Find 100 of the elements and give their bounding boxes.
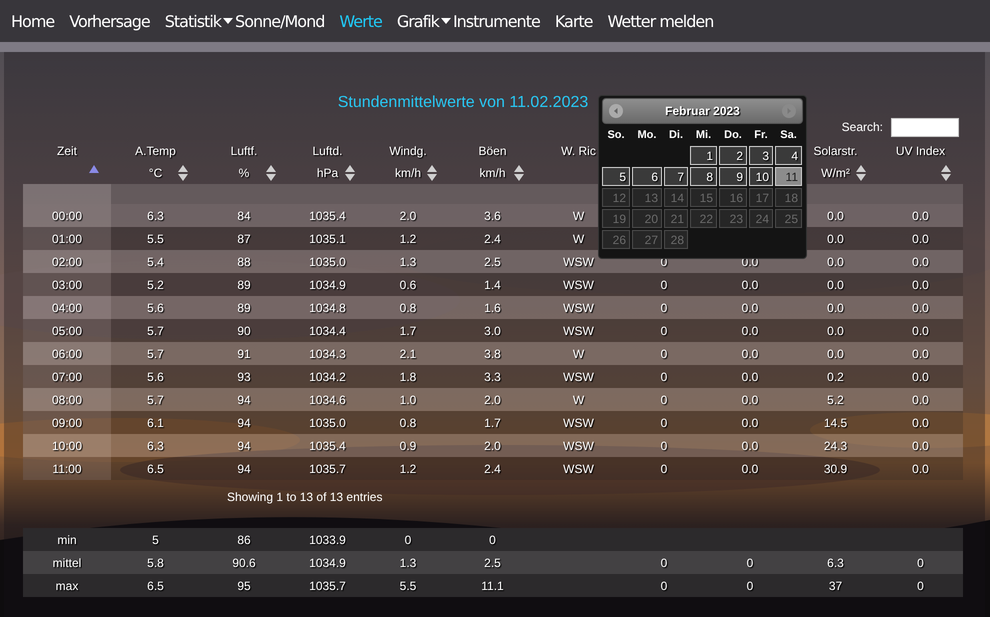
table-cell: 08:00 bbox=[52, 392, 82, 406]
table-cell: 1035.1 bbox=[309, 232, 346, 246]
table-cell: 0.0 bbox=[827, 324, 844, 338]
column-header[interactable]: A.Temp bbox=[135, 144, 176, 158]
table-cell: W bbox=[572, 392, 584, 406]
table-cell: 94 bbox=[237, 392, 251, 406]
column-header[interactable]: W. Ric bbox=[561, 144, 596, 158]
previous-icon[interactable] bbox=[609, 104, 623, 118]
weekday-label: Mi. bbox=[694, 128, 712, 143]
nav-link[interactable]: Home bbox=[11, 12, 54, 30]
calendar-day[interactable]: 1 bbox=[690, 146, 717, 165]
calendar-day[interactable]: 6 bbox=[632, 167, 662, 186]
table-cell: 03:00 bbox=[52, 278, 82, 292]
calendar-day[interactable]: 8 bbox=[690, 167, 717, 186]
table-cell: WSW bbox=[563, 462, 594, 476]
table-cell: 10:00 bbox=[52, 438, 82, 452]
nav-link[interactable]: Vorhersage bbox=[69, 12, 150, 30]
summary-cell: 5.5 bbox=[400, 578, 416, 592]
weekday-label: So. bbox=[606, 128, 626, 143]
table-cell: W bbox=[572, 208, 584, 222]
sort-icon[interactable] bbox=[427, 165, 437, 181]
table-cell: 0 bbox=[660, 438, 668, 452]
table-cell: 0.9 bbox=[400, 438, 416, 452]
table-cell: 11:00 bbox=[52, 462, 82, 476]
calendar-day[interactable]: 4 bbox=[775, 146, 802, 165]
column-header[interactable]: UV Index bbox=[896, 144, 946, 158]
table-cell: 0.0 bbox=[912, 300, 929, 314]
calendar-day: 22 bbox=[690, 209, 717, 228]
column-header[interactable]: Luftd. bbox=[312, 144, 343, 158]
calendar-day: 28 bbox=[664, 230, 688, 249]
search-field[interactable] bbox=[891, 118, 959, 136]
table-cell: 1.0 bbox=[400, 392, 416, 406]
calendar-day: 25 bbox=[775, 209, 802, 228]
calendar-day[interactable]: 2 bbox=[719, 146, 747, 165]
calendar-day[interactable]: 5 bbox=[602, 167, 630, 186]
summary-cell: 0 bbox=[917, 556, 924, 570]
nav-link[interactable]: Sonne/Mond bbox=[235, 12, 324, 30]
sort-icon[interactable] bbox=[266, 165, 276, 181]
table-cell: 04:00 bbox=[52, 300, 82, 314]
sort-icon[interactable] bbox=[514, 165, 524, 181]
table-cell: 94 bbox=[237, 438, 251, 452]
table-cell: 0.0 bbox=[912, 462, 929, 476]
table-cell: 1035.7 bbox=[309, 462, 346, 476]
table-cell: 1034.2 bbox=[309, 370, 346, 384]
nav-link[interactable]: Instrumente bbox=[452, 12, 540, 30]
column-header[interactable]: Solarstr. bbox=[813, 144, 858, 158]
table-cell: 0.0 bbox=[742, 370, 758, 384]
table-cell: 1035.4 bbox=[309, 208, 346, 222]
caret-icon bbox=[440, 18, 451, 24]
table-cell: 0.0 bbox=[742, 392, 758, 406]
nav-link[interactable]: Statistik bbox=[164, 12, 220, 30]
calendar-day: 16 bbox=[719, 188, 747, 207]
calendar-day: 19 bbox=[602, 209, 630, 228]
table-cell: 1.7 bbox=[400, 324, 416, 338]
table-cell: WSW bbox=[563, 254, 594, 268]
table-cell: WSW bbox=[563, 416, 594, 430]
column-header[interactable]: Windg. bbox=[389, 144, 427, 158]
sort-icon[interactable] bbox=[178, 165, 188, 181]
column-header[interactable]: Böen bbox=[478, 144, 507, 158]
table-cell: 1.8 bbox=[400, 370, 416, 384]
weekday-label: Mo. bbox=[636, 128, 658, 143]
summary-cell: 5.8 bbox=[147, 556, 164, 570]
table-cell: 0.0 bbox=[912, 208, 929, 222]
summary-cell: 90.6 bbox=[232, 556, 256, 570]
column-header[interactable]: Zeit bbox=[56, 144, 77, 158]
calendar-day[interactable]: 9 bbox=[719, 167, 747, 186]
table-cell: 30.9 bbox=[824, 462, 848, 476]
calendar-day[interactable]: 11 bbox=[775, 167, 802, 186]
sort-icon[interactable] bbox=[856, 165, 866, 181]
table-cell: 0.6 bbox=[400, 278, 416, 292]
table-cell: 0.0 bbox=[742, 278, 758, 292]
table-cell: 1035.0 bbox=[309, 416, 346, 430]
nav-link[interactable]: Werte bbox=[339, 12, 382, 30]
unit-label: km/h bbox=[479, 166, 506, 180]
calendar-day[interactable]: 10 bbox=[749, 167, 773, 186]
table-cell: 1034.6 bbox=[309, 392, 346, 406]
calendar-day: 24 bbox=[749, 209, 773, 228]
sort-icon[interactable] bbox=[345, 165, 355, 181]
table-cell: 91 bbox=[237, 346, 251, 360]
table-cell: 0.0 bbox=[912, 278, 929, 292]
calendar-day[interactable]: 3 bbox=[749, 146, 773, 165]
table-cell: 0 bbox=[660, 462, 668, 476]
table-cell: 0.0 bbox=[912, 416, 929, 430]
calendar-day[interactable]: 7 bbox=[664, 167, 688, 186]
table-cell: 1.7 bbox=[484, 416, 501, 430]
search-label: Search: bbox=[842, 120, 883, 134]
table-cell: 6.5 bbox=[147, 462, 164, 476]
table-cell: 5.7 bbox=[147, 346, 164, 360]
table-cell: 0.0 bbox=[742, 462, 758, 476]
nav-link[interactable]: Wetter melden bbox=[608, 12, 714, 30]
table-cell: 6.3 bbox=[147, 208, 164, 222]
sort-ascending-icon[interactable] bbox=[89, 165, 99, 173]
table-cell: 1.6 bbox=[484, 300, 501, 314]
sort-icon[interactable] bbox=[941, 165, 951, 181]
nav-link[interactable]: Karte bbox=[554, 12, 593, 30]
table-cell: 0 bbox=[660, 254, 668, 268]
table-cell: 1034.3 bbox=[309, 346, 346, 360]
table-cell: 2.4 bbox=[484, 232, 501, 246]
nav-link[interactable]: Grafik bbox=[396, 12, 438, 30]
column-header[interactable]: Luftf. bbox=[230, 144, 258, 158]
